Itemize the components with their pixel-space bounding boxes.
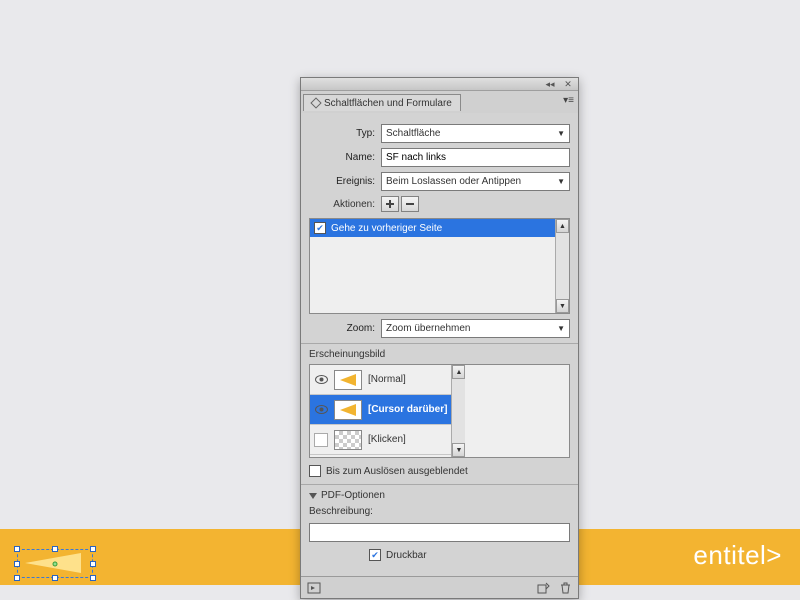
scrollbar[interactable]: ▲ ▼ (451, 365, 465, 457)
resize-handle[interactable] (90, 575, 96, 581)
scroll-up-icon[interactable]: ▲ (556, 219, 569, 233)
appearance-heading: Erscheinungsbild (309, 349, 570, 360)
state-thumbnail (334, 400, 362, 420)
zoom-select[interactable]: Zoom übernehmen ▼ (381, 319, 570, 338)
scrollbar[interactable]: ▲ ▼ (555, 219, 569, 313)
event-value: Beim Loslassen oder Antippen (386, 176, 521, 187)
description-label: Beschreibung: (309, 506, 570, 517)
buttons-forms-panel: ◂◂ ✕ Schaltflächen und Formulare ▾≡ Typ:… (300, 77, 579, 599)
hidden-until-trigger-checkbox[interactable]: ✔ (309, 465, 321, 477)
resize-handle[interactable] (14, 561, 20, 567)
state-row-click[interactable]: [Klicken] (310, 425, 451, 455)
state-row-rollover[interactable]: [Cursor darüber] (310, 395, 451, 425)
resize-handle[interactable] (14, 575, 20, 581)
convert-button[interactable] (536, 581, 550, 595)
state-thumbnail (334, 370, 362, 390)
remove-action-button[interactable] (401, 196, 419, 212)
visibility-off-icon[interactable] (314, 433, 328, 447)
hidden-until-trigger-label: Bis zum Auslösen ausgeblendet (326, 466, 468, 477)
pdf-options-disclosure[interactable]: PDF-Optionen (309, 490, 570, 501)
type-label: Typ: (309, 128, 381, 139)
event-select[interactable]: Beim Loslassen oder Antippen ▼ (381, 172, 570, 191)
panel-titlebar[interactable]: ◂◂ ✕ (301, 78, 578, 91)
type-select[interactable]: Schaltfläche ▼ (381, 124, 570, 143)
arrow-left-icon (340, 404, 356, 416)
preview-button[interactable] (307, 581, 321, 595)
trash-button[interactable] (558, 581, 572, 595)
action-checkbox[interactable]: ✔ (314, 222, 326, 234)
panel-tab[interactable]: Schaltflächen und Formulare (303, 94, 461, 111)
name-label: Name: (309, 152, 381, 163)
state-thumbnail (334, 430, 362, 450)
divider (301, 484, 578, 485)
action-item[interactable]: ✔ Gehe zu vorheriger Seite (310, 219, 555, 237)
name-input[interactable] (381, 148, 570, 167)
plus-icon (384, 198, 396, 210)
minus-icon (404, 198, 416, 210)
center-point-icon (53, 561, 58, 566)
printable-label: Druckbar (386, 550, 427, 561)
zoom-label: Zoom: (309, 323, 381, 334)
visibility-eye-icon[interactable] (314, 373, 328, 387)
state-label: [Normal] (368, 374, 406, 385)
close-icon[interactable]: ✕ (562, 79, 574, 89)
actions-label: Aktionen: (309, 199, 381, 210)
visibility-eye-icon[interactable] (314, 403, 328, 417)
resize-handle[interactable] (52, 546, 58, 552)
add-action-button[interactable] (381, 196, 399, 212)
state-label: [Cursor darüber] (368, 404, 447, 415)
document-title-fragment: entitel> (693, 540, 782, 571)
state-label: [Klicken] (368, 434, 406, 445)
resize-handle[interactable] (90, 546, 96, 552)
scroll-down-icon[interactable]: ▼ (556, 299, 569, 313)
appearance-states-list: [Normal] [Cursor darüber] [Klicken] ▲ ▼ (309, 364, 570, 458)
printable-checkbox[interactable]: ✔ (369, 549, 381, 561)
triangle-down-icon (309, 493, 317, 499)
diamond-icon (310, 97, 321, 108)
zoom-value: Zoom übernehmen (386, 323, 471, 334)
resize-handle[interactable] (52, 575, 58, 581)
state-row-normal[interactable]: [Normal] (310, 365, 451, 395)
panel-body: Typ: Schaltfläche ▼ Name: Ereignis: Beim… (301, 113, 578, 576)
chevron-down-icon: ▼ (557, 129, 565, 138)
selected-button-object[interactable] (17, 549, 93, 578)
event-label: Ereignis: (309, 176, 381, 187)
divider (301, 343, 578, 344)
scroll-up-icon[interactable]: ▲ (452, 365, 465, 379)
flyout-menu-icon[interactable]: ▾≡ (563, 95, 574, 106)
actions-list: ✔ Gehe zu vorheriger Seite ▲ ▼ (309, 218, 570, 314)
collapse-icon[interactable]: ◂◂ (544, 79, 556, 89)
panel-tab-row: Schaltflächen und Formulare ▾≡ (301, 91, 578, 113)
type-value: Schaltfläche (386, 128, 440, 139)
scroll-down-icon[interactable]: ▼ (452, 443, 465, 457)
arrow-left-icon (340, 374, 356, 386)
description-input[interactable] (309, 523, 570, 542)
pdf-options-label: PDF-Optionen (321, 490, 385, 501)
resize-handle[interactable] (14, 546, 20, 552)
resize-handle[interactable] (90, 561, 96, 567)
chevron-down-icon: ▼ (557, 177, 565, 186)
chevron-down-icon: ▼ (557, 324, 565, 333)
panel-footer (301, 576, 578, 598)
action-item-label: Gehe zu vorheriger Seite (331, 223, 442, 234)
panel-tab-label: Schaltflächen und Formulare (324, 98, 452, 109)
